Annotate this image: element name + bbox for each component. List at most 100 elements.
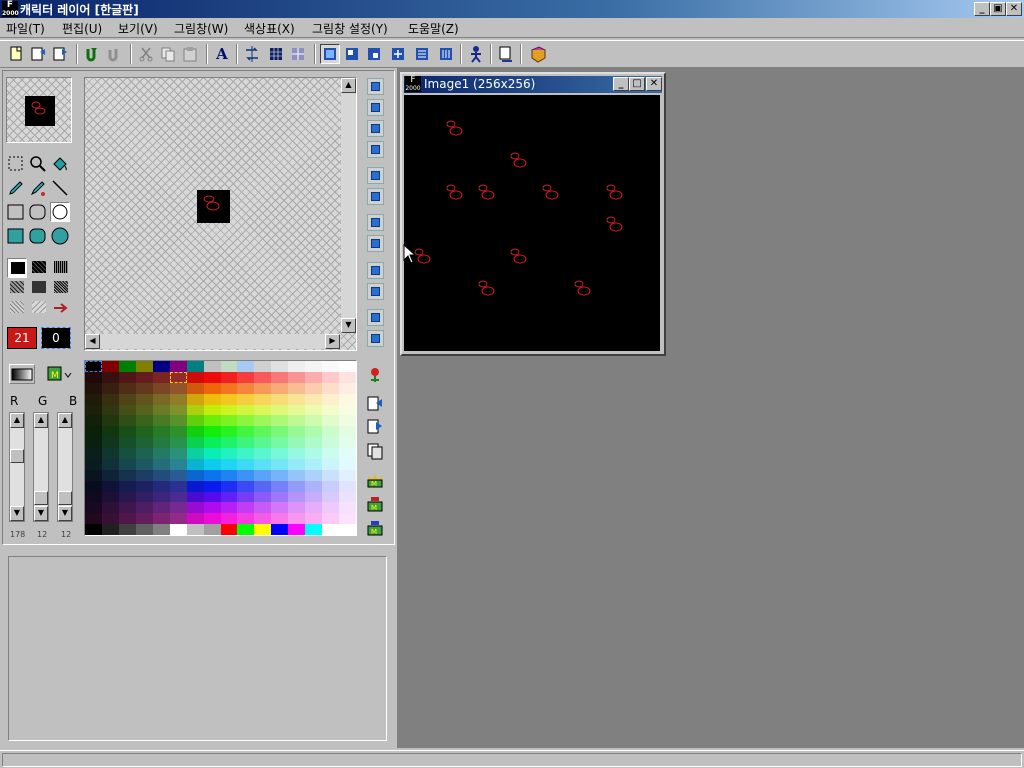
palette-swatch[interactable] [305, 480, 323, 492]
palette-swatch[interactable] [305, 524, 323, 535]
palette-swatch[interactable] [339, 491, 356, 503]
palette-swatch[interactable] [271, 524, 289, 535]
palette-swatch[interactable] [186, 404, 204, 416]
palette-swatch[interactable] [85, 491, 102, 503]
palette-swatch[interactable] [135, 437, 153, 448]
palette-swatch[interactable] [254, 382, 272, 394]
grid-icon[interactable] [266, 44, 286, 64]
palette-swatch[interactable] [254, 480, 272, 492]
palette-swatch[interactable] [152, 361, 170, 372]
palette-swatch[interactable] [322, 415, 340, 427]
palette-swatch[interactable] [118, 415, 136, 427]
palette-swatch[interactable] [254, 448, 272, 459]
line-icon[interactable] [50, 178, 70, 198]
palette-swatch[interactable] [203, 458, 221, 470]
palette-swatch[interactable] [237, 480, 255, 492]
palette-swatch[interactable] [118, 404, 136, 416]
palette-swatch[interactable] [152, 469, 170, 481]
background-color-swatch[interactable]: 0 [41, 327, 71, 349]
palette-swatch[interactable] [237, 524, 255, 535]
canvas-hscroll[interactable]: ◀ ▶ [85, 334, 341, 349]
palette-swatch[interactable] [305, 361, 323, 372]
image-window[interactable]: F 2000 Image1 (256x256) _ □ ✕ [400, 72, 666, 356]
palette-swatch[interactable] [288, 404, 306, 416]
palette-swatch[interactable] [152, 437, 170, 448]
book-icon[interactable] [528, 44, 548, 64]
view5-icon[interactable] [412, 44, 432, 64]
brush-icon[interactable] [28, 178, 48, 198]
palette-swatch[interactable] [203, 524, 221, 535]
palette-swatch[interactable] [169, 404, 187, 416]
palette-swatch[interactable] [237, 448, 255, 459]
palette-swatch[interactable] [305, 426, 323, 438]
close-button[interactable]: ✕ [1006, 2, 1022, 16]
palette-swatch[interactable] [288, 469, 306, 481]
palette-swatch[interactable] [305, 448, 323, 459]
palette-swatch[interactable] [271, 393, 289, 405]
slider-b[interactable]: ▲ ▼ [57, 412, 73, 522]
slider-b-thumb[interactable] [58, 491, 72, 505]
palette-swatch[interactable] [254, 393, 272, 405]
palette-swatch[interactable] [339, 404, 356, 416]
pattern-medium[interactable] [7, 278, 27, 298]
thumbnail-preview[interactable] [6, 77, 72, 143]
palette-swatch[interactable] [85, 404, 102, 416]
palette-swatch[interactable] [118, 393, 136, 405]
palette-swatch[interactable] [220, 393, 238, 405]
scroll-left-arrow[interactable]: ◀ [85, 334, 100, 349]
palette-swatch[interactable] [288, 437, 306, 448]
palette-swatch[interactable] [305, 513, 323, 525]
palette-swatch[interactable] [339, 448, 356, 459]
menu-view[interactable]: 보기(V) [118, 20, 158, 37]
transform-button-9[interactable] [367, 262, 384, 279]
image-close-button[interactable]: ✕ [646, 77, 662, 91]
palette-swatch[interactable] [101, 448, 119, 459]
blue-m-icon[interactable]: M [366, 518, 384, 536]
palette-swatch[interactable] [288, 382, 306, 394]
palette-swatch[interactable] [85, 502, 102, 514]
palette-swatch[interactable] [101, 415, 119, 427]
preview-icon[interactable] [496, 44, 516, 64]
palette-swatch[interactable] [339, 480, 356, 492]
palette-swatch[interactable] [237, 415, 255, 427]
palette-swatch[interactable] [339, 426, 356, 438]
palette-swatch[interactable] [322, 491, 340, 503]
palette-swatch[interactable] [186, 382, 204, 394]
palette-swatch[interactable] [186, 513, 204, 525]
palette-swatch[interactable] [85, 393, 102, 405]
palette-swatch[interactable] [271, 458, 289, 470]
pattern-dense[interactable] [29, 258, 49, 278]
palette-swatch[interactable] [305, 404, 323, 416]
menu-palette[interactable]: 색상표(X) [244, 20, 295, 37]
palette-swatch[interactable] [169, 415, 187, 427]
palette-swatch[interactable] [339, 382, 356, 394]
palette-swatch[interactable] [101, 524, 119, 535]
slider-r-up[interactable]: ▲ [10, 413, 24, 428]
palette-mode-button[interactable]: M [46, 364, 76, 384]
palette-swatch[interactable] [135, 382, 153, 394]
palette-swatch[interactable] [101, 513, 119, 525]
palette-swatch[interactable] [186, 426, 204, 438]
palette-swatch[interactable] [169, 480, 187, 492]
palette-swatch[interactable] [101, 382, 119, 394]
palette-swatch[interactable] [254, 371, 272, 383]
palette-swatch[interactable] [118, 502, 136, 514]
palette-swatch[interactable] [152, 382, 170, 394]
palette-swatch[interactable] [237, 361, 255, 372]
palette-swatch[interactable] [322, 426, 340, 438]
pattern-checker[interactable] [51, 278, 71, 298]
palette-swatch[interactable] [85, 524, 102, 535]
import-icon[interactable] [366, 395, 384, 413]
palette-swatch[interactable] [85, 458, 102, 470]
palette-swatch[interactable] [322, 393, 340, 405]
palette-swatch[interactable] [101, 502, 119, 514]
palette-swatch[interactable] [220, 458, 238, 470]
palette-swatch[interactable] [254, 415, 272, 427]
palette-swatch[interactable] [203, 415, 221, 427]
copy-icon[interactable] [158, 44, 178, 64]
palette-swatch[interactable] [271, 480, 289, 492]
view4-icon[interactable] [388, 44, 408, 64]
palette-swatch[interactable] [288, 361, 306, 372]
flower-icon[interactable] [366, 366, 384, 384]
palette-swatch[interactable] [237, 469, 255, 481]
